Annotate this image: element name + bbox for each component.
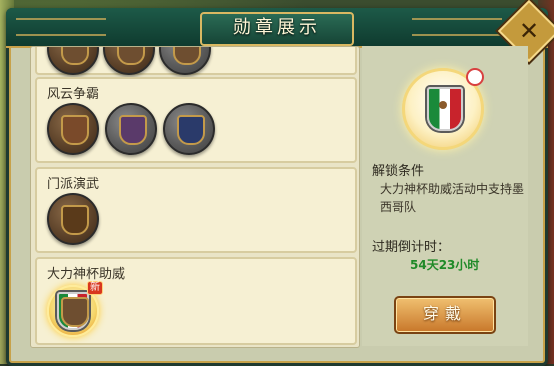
- category-title: 大力神杯助威: [47, 267, 126, 282]
- medal-locked[interactable]: [105, 103, 157, 155]
- title-bar: 勋章展示: [6, 8, 548, 48]
- category-card: 大力神杯助威 新: [35, 257, 357, 345]
- unlock-heading: 解锁条件: [372, 164, 425, 179]
- mexico-flag-shield-icon: [427, 87, 463, 131]
- title-ornament-left: [16, 18, 106, 36]
- category-card: 门派演武: [35, 167, 357, 253]
- title-ornament-right: [412, 18, 502, 36]
- category-title: 风云争霸: [47, 87, 100, 102]
- category-title: 门派演武: [47, 177, 100, 192]
- window-title: 勋章展示: [200, 12, 354, 46]
- category-card: 风云争霸: [35, 77, 357, 163]
- medal-locked[interactable]: [163, 103, 215, 155]
- medal-detail-panel: 解锁条件 大力神杯助威活动中支持墨西哥队 过期倒计时： 54天23小时 穿戴: [362, 46, 528, 346]
- medal-category-list[interactable]: 风云争霸 门派演武 大力神杯助威 新: [30, 46, 360, 348]
- unlock-text: 大力神杯助威活动中支持墨西哥队: [380, 182, 525, 214]
- medal-locked[interactable]: [159, 47, 211, 75]
- expire-countdown: 54天23小时: [410, 258, 480, 272]
- medal-locked[interactable]: [103, 47, 155, 75]
- category-card: [35, 47, 357, 75]
- medal-locked[interactable]: [47, 193, 99, 245]
- medal-locked[interactable]: [47, 103, 99, 155]
- wear-button[interactable]: 穿戴: [394, 296, 496, 334]
- expire-heading: 过期倒计时：: [372, 240, 451, 255]
- medal-locked[interactable]: [47, 47, 99, 75]
- mexico-flag-shield-icon: [57, 292, 89, 330]
- new-badge: 新: [87, 281, 103, 295]
- swirl-icon: [466, 68, 484, 86]
- close-icon: ✕: [518, 16, 540, 45]
